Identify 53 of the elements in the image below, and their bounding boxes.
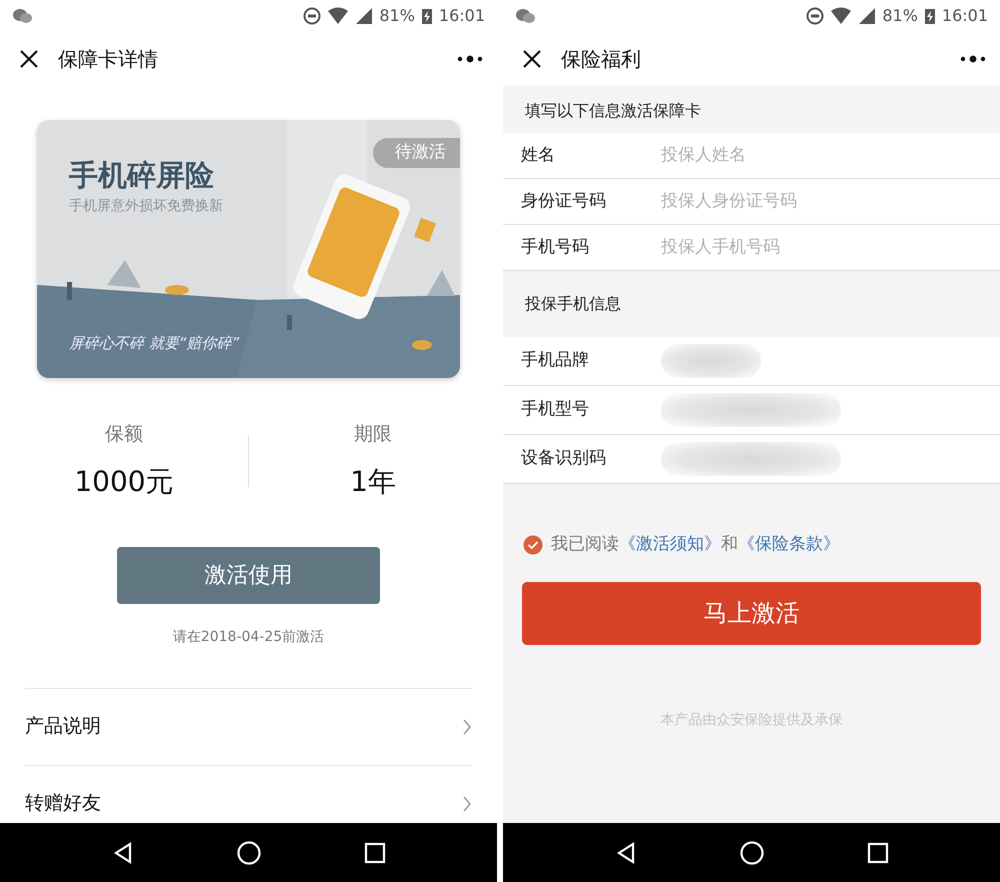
stat-value: 1000元 [73, 464, 175, 500]
card-slogan: 屏碎心不碎 就要“赔你碎” [69, 333, 240, 354]
page-title: 保险福利 [561, 46, 642, 72]
page-title: 保障卡详情 [58, 46, 159, 72]
input-field[interactable]: 投保人手机号码 [661, 234, 1000, 260]
section-header: 填写以下信息激活保障卡 [525, 100, 701, 122]
menu-item[interactable]: 产品说明 [25, 688, 472, 764]
do-not-disturb-icon [806, 7, 824, 25]
recent-apps-icon[interactable] [867, 842, 890, 864]
agreement-text: 我已阅读《激活须知》和《保险条款》 [551, 533, 840, 556]
wifi-icon [830, 7, 852, 25]
more-icon[interactable] [457, 54, 483, 64]
stat-label: 期限 [353, 422, 393, 447]
activate-button[interactable]: 激活使用 [117, 546, 380, 604]
field-label: 姓名 [521, 144, 556, 167]
chat-icon [12, 8, 32, 24]
field-label: 手机品牌 [521, 349, 590, 372]
section-header: 投保手机信息 [525, 293, 621, 315]
stat-value: 1年 [349, 464, 397, 500]
home-icon[interactable] [739, 840, 766, 866]
activate-now-button[interactable]: 马上激活 [522, 582, 981, 644]
field-label: 手机号码 [521, 236, 590, 259]
chat-icon [515, 8, 535, 24]
status-badge: 待激活 [373, 138, 460, 168]
input-field[interactable]: 投保人姓名 [661, 142, 1000, 168]
agreement-link[interactable]: 《保险条款》 [738, 534, 840, 554]
do-not-disturb-icon [303, 7, 322, 25]
battery-percentage: 81% [882, 5, 918, 27]
home-icon[interactable] [236, 840, 262, 866]
signal-icon [355, 7, 374, 25]
recent-apps-icon[interactable] [364, 842, 386, 864]
field-label: 手机型号 [521, 398, 590, 422]
more-icon[interactable] [960, 54, 986, 64]
clock-time: 16:01 [942, 5, 988, 27]
agreement-link[interactable]: 《激活须知》 [619, 534, 721, 554]
chevron-icon [462, 718, 472, 736]
close-icon[interactable] [18, 48, 40, 70]
chevron-icon [462, 794, 472, 812]
card-subtitle: 手机屏意外损坏免费换新 [69, 197, 223, 216]
input-field[interactable]: 投保人身份证号码 [661, 188, 1000, 214]
close-icon[interactable] [521, 48, 543, 70]
card-title: 手机碎屏险 [69, 157, 214, 194]
battery-icon [420, 7, 433, 25]
checkbox[interactable] [523, 534, 543, 555]
activation-hint: 请在2018-04-25前激活 [172, 628, 324, 644]
stat-label: 保额 [104, 422, 144, 447]
battery-percentage: 81% [379, 5, 415, 27]
wifi-icon [327, 7, 350, 25]
field-label: 身份证号码 [521, 190, 607, 213]
signal-icon [858, 7, 876, 25]
field-label: 设备识别码 [521, 447, 607, 470]
battery-icon [924, 7, 936, 25]
clock-time: 16:01 [438, 5, 485, 27]
